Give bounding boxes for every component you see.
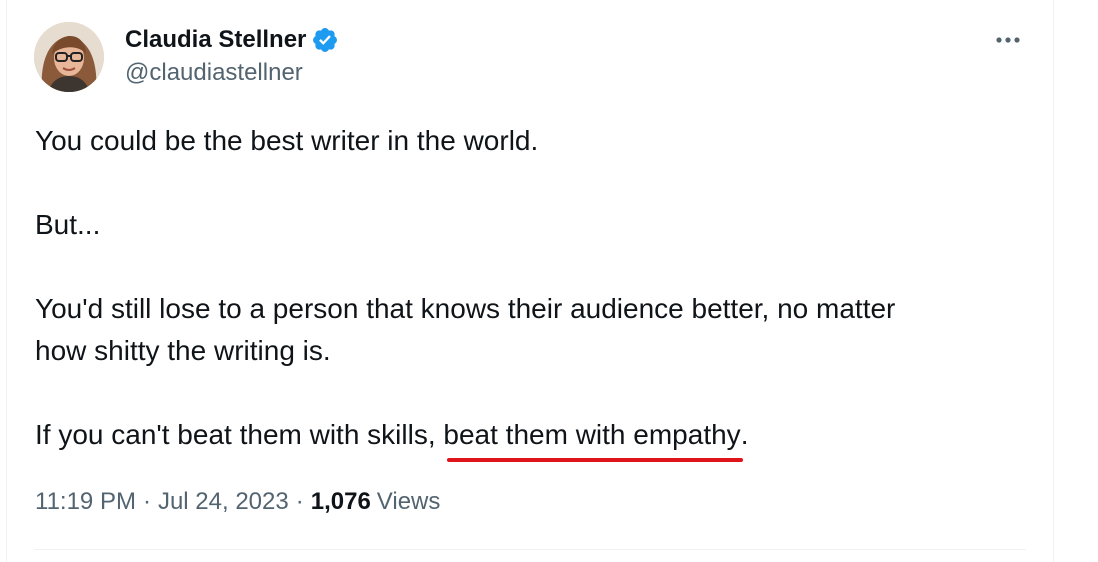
tweet-line-suffix: .	[740, 419, 749, 450]
author-name[interactable]: Claudia Stellner	[125, 26, 306, 54]
more-horizontal-icon	[996, 37, 1020, 43]
emphasized-text: beat them with empathy	[443, 419, 741, 450]
author-name-row: Claudia Stellner	[125, 24, 339, 56]
avatar[interactable]	[34, 22, 104, 92]
views-count: 1,076	[310, 488, 371, 515]
author-handle[interactable]: @claudiastellner	[125, 59, 303, 87]
tweet-line: But...	[35, 209, 101, 240]
verified-badge-icon[interactable]	[311, 26, 339, 54]
tweet-line-prefix: If you can't beat them with skills,	[35, 419, 444, 450]
meta-separator: ·	[295, 488, 304, 515]
tweet-metadata: 11:19 PM · Jul 24, 2023 · 1,076 Views	[35, 488, 440, 516]
red-underline-annotation	[447, 458, 743, 462]
tweet-last-line: If you can't beat them with skills, beat…	[35, 414, 1025, 462]
tweet-date[interactable]: Jul 24, 2023	[158, 488, 289, 516]
tweet-line: You could be the best writer in the worl…	[35, 125, 539, 156]
tweet-time[interactable]: 11:19 PM	[35, 488, 136, 516]
tweet-line: You'd still lose to a person that knows …	[35, 293, 896, 324]
timeline-right-border	[1053, 0, 1054, 562]
tweet-card: Claudia Stellner @claudiastellner You co…	[0, 0, 1053, 562]
tweet-line: how shitty the writing is.	[35, 335, 331, 366]
divider	[34, 549, 1026, 550]
more-options-button[interactable]	[988, 22, 1028, 58]
emphasized-phrase: beat them with empathy	[443, 414, 743, 462]
meta-separator: ·	[142, 488, 151, 515]
tweet-text: You could be the best writer in the worl…	[35, 120, 1025, 462]
views-label: Views	[376, 488, 441, 515]
